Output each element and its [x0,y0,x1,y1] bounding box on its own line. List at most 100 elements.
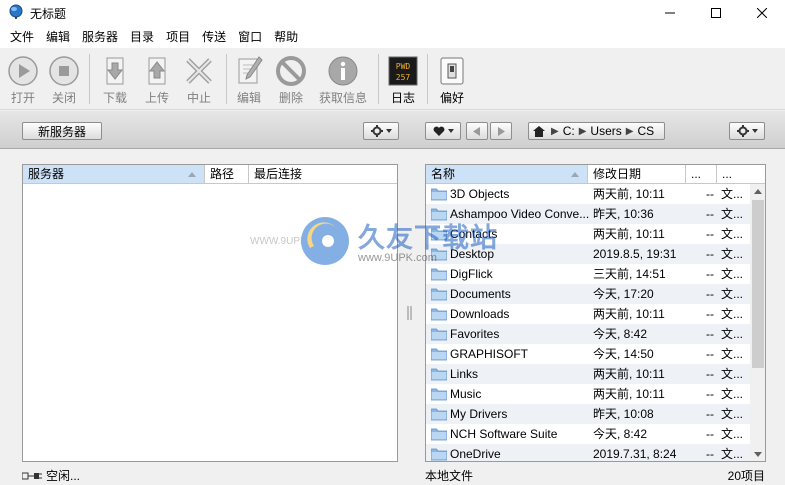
file-modified: 两天前, 10:11 [593,187,665,201]
status-item-count: 20项目 [727,469,765,483]
table-row[interactable]: Music 两天前, 10:11 -- 文... [426,384,750,404]
menu-directory[interactable]: 目录 [124,26,160,48]
path-segment-drive[interactable]: C: [561,124,577,138]
files-gear-menu[interactable] [729,122,765,140]
table-row[interactable]: GRAPHISOFT 今天, 14:50 -- 文... [426,344,750,364]
log-button[interactable]: PWD 257 日志 [382,52,424,106]
forward-button[interactable] [490,122,512,140]
watermark-url: www.9UPK.com [358,252,437,264]
menu-window[interactable]: 窗口 [232,26,268,48]
server-gear-menu[interactable] [363,122,399,140]
server-list-pane[interactable]: 服务器 路径 最后连接 [22,164,398,462]
file-size: -- [706,227,714,241]
file-kind: 文... [721,387,744,401]
menu-edit[interactable]: 编辑 [40,26,76,48]
path-segment-users[interactable]: Users [588,124,623,138]
file-name: 3D Objects [450,187,510,201]
file-kind: 文... [721,447,744,461]
upload-icon [148,57,166,85]
close-window-button[interactable] [739,0,785,26]
column-header-modified[interactable]: 修改日期 [588,165,686,184]
preferences-button[interactable]: 偏好 [431,52,473,106]
file-name: OneDrive [450,447,501,461]
menu-item[interactable]: 项目 [160,26,196,48]
upload-button[interactable]: 上传 [136,52,178,106]
column-header-last-connected[interactable]: 最后连接 [249,165,397,184]
gear-icon [370,125,383,137]
scroll-down-icon[interactable] [754,452,762,457]
file-modified: 昨天, 10:08 [593,407,654,421]
app-globe-icon [9,4,23,19]
folder-icon [431,428,447,441]
close-button[interactable]: 关闭 [43,52,85,106]
forward-arrow-icon [498,126,505,136]
table-row[interactable]: NCH Software Suite 今天, 8:42 -- 文... [426,424,750,444]
file-modified: 两天前, 10:11 [593,387,665,401]
file-size: -- [706,247,714,261]
file-kind: 文... [721,307,744,321]
file-size: -- [706,427,714,441]
file-kind: 文... [721,347,744,361]
log-icon: PWD 257 [388,56,418,86]
file-size: -- [706,207,714,221]
file-modified: 2019.8.5, 19:31 [593,247,677,261]
minimize-icon [665,12,675,14]
menu-bar: 文件 编辑 服务器 目录 项目 传送 窗口 帮助 [0,26,785,48]
maximize-icon [711,8,721,18]
table-row[interactable]: Documents 今天, 17:20 -- 文... [426,284,750,304]
column-header-path[interactable]: 路径 [205,165,249,184]
file-kind: 文... [721,187,744,201]
maximize-button[interactable] [693,0,739,26]
plug-icon [22,472,42,479]
scrollbar-thumb[interactable] [752,200,764,368]
folder-icon [431,448,447,461]
file-size: -- [706,307,714,321]
column-header-kind[interactable]: ... [717,165,765,184]
pane-splitter-handle[interactable] [406,306,414,320]
folder-icon [431,408,447,421]
new-server-button[interactable]: 新服务器 [22,122,102,140]
menu-transfer[interactable]: 传送 [196,26,232,48]
vertical-scrollbar[interactable] [750,184,765,461]
scroll-up-icon[interactable] [754,189,762,194]
menu-help[interactable]: 帮助 [268,26,304,48]
local-file-pane[interactable]: 名称 修改日期 ... ... 3D Objects 两天前, 10:11 -- 文.… [425,164,766,462]
table-row[interactable]: 3D Objects 两天前, 10:11 -- 文... [426,184,750,204]
table-row[interactable]: My Drivers 昨天, 10:08 -- 文... [426,404,750,424]
menu-file[interactable]: 文件 [4,26,40,48]
stop-icon [49,56,79,86]
download-button[interactable]: 下载 [94,52,136,106]
file-kind: 文... [721,227,744,241]
x-icon [186,58,212,84]
column-header-size[interactable]: ... [686,165,717,184]
column-header-name[interactable]: 名称 [426,165,588,184]
table-row[interactable]: Favorites 今天, 8:42 -- 文... [426,324,750,344]
menu-server[interactable]: 服务器 [76,26,124,48]
edit-button[interactable]: 编辑 [228,52,270,106]
favorites-menu[interactable] [425,122,461,140]
info-icon [328,56,358,86]
home-button[interactable] [529,123,549,139]
file-size: -- [706,347,714,361]
column-header-server[interactable]: 服务器 [23,165,205,184]
download-icon [106,57,124,85]
delete-button[interactable]: 删除 [270,52,312,106]
path-segment-user[interactable]: CS [635,124,656,138]
back-button[interactable] [466,122,488,140]
get-info-button[interactable]: 获取信息 [316,52,370,106]
file-kind: 文... [721,427,744,441]
file-size: -- [706,287,714,301]
file-name: GRAPHISOFT [450,347,529,361]
toolbar-separator [427,54,428,104]
abort-button[interactable]: 中止 [178,52,220,106]
table-row[interactable]: Links 两天前, 10:11 -- 文... [426,364,750,384]
minimize-button[interactable] [647,0,693,26]
table-row[interactable]: Downloads 两天前, 10:11 -- 文... [426,304,750,324]
table-row[interactable]: OneDrive 2019.7.31, 8:24 -- 文... [426,444,750,461]
play-icon [8,56,38,86]
path-breadcrumb: ▶ C: ▶ Users ▶ CS [528,122,665,140]
toolbar-separator [378,54,379,104]
file-name: Documents [450,287,511,301]
path-separator: ▶ [551,125,559,137]
open-button[interactable]: 打开 [2,52,44,106]
